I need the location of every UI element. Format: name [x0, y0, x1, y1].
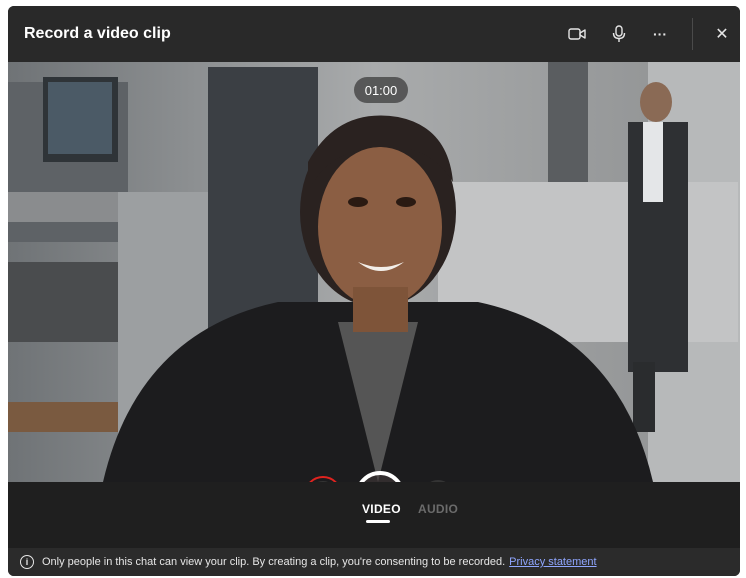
- dialog-title: Record a video clip: [24, 25, 171, 42]
- consent-footer: i Only people in this chat can view your…: [8, 548, 740, 576]
- microphone-button[interactable]: [605, 20, 633, 48]
- video-camera-button[interactable]: [563, 20, 591, 48]
- privacy-statement-link[interactable]: Privacy statement: [509, 556, 596, 568]
- tab-video-label: VIDEO: [362, 502, 401, 516]
- info-icon: i: [20, 555, 34, 569]
- microphone-icon: [612, 25, 626, 42]
- toolbar-divider: [692, 18, 693, 50]
- title-bar: Record a video clip ··· ✕: [8, 6, 740, 62]
- more-options-icon: ···: [653, 26, 667, 42]
- mode-switcher: VIDEO AUDIO: [8, 482, 740, 548]
- recording-timer: 01:00: [354, 77, 408, 103]
- tab-selected-indicator: [366, 520, 390, 523]
- video-camera-icon: [568, 28, 586, 40]
- tab-audio-label: AUDIO: [418, 502, 459, 516]
- tab-video[interactable]: VIDEO: [362, 502, 401, 523]
- close-icon: ✕: [715, 26, 729, 43]
- tab-audio[interactable]: AUDIO: [418, 502, 458, 516]
- camera-feed-image: [8, 62, 740, 482]
- more-options-button[interactable]: ···: [646, 20, 674, 48]
- consent-message: Only people in this chat can view your c…: [42, 556, 506, 568]
- camera-preview: 01:00: [8, 62, 740, 482]
- record-video-dialog: Record a video clip ··· ✕ 01:00 VIDEO AU…: [8, 6, 740, 576]
- close-button[interactable]: ✕: [708, 20, 736, 48]
